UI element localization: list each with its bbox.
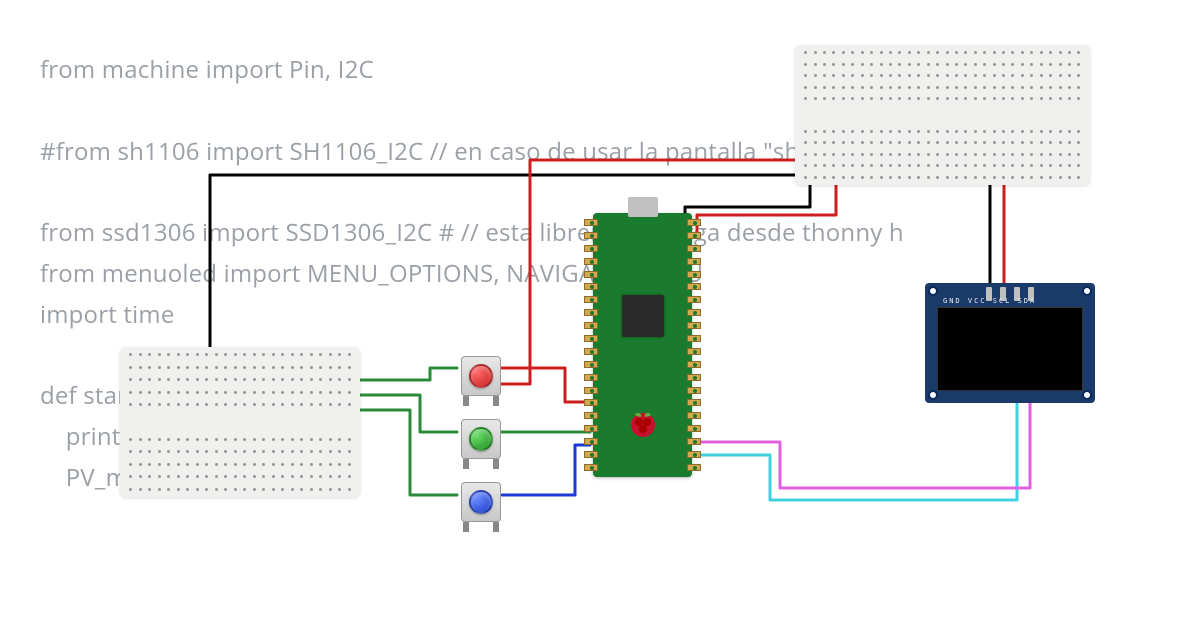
mount-hole-icon [928, 390, 938, 400]
button-leg [463, 459, 469, 469]
raspberry-pi-pico[interactable] [585, 205, 700, 485]
oled-pin-labels: GND VCC SCL SDA [943, 297, 1036, 305]
raspberry-pi-logo-icon [628, 410, 658, 440]
mount-hole-icon [1082, 286, 1092, 296]
pico-pins-left [584, 219, 598, 471]
push-button-green[interactable] [457, 415, 505, 463]
code-line: from ssd1306 import SSD1306_I2C # // est… [40, 216, 904, 249]
button-leg [463, 522, 469, 532]
code-line: PV_menu.draw() [40, 461, 250, 494]
oled-ssd1306[interactable]: GND VCC SCL SDA [925, 283, 1095, 403]
code-line: from machine import Pin, I2C [40, 53, 374, 86]
mount-hole-icon [928, 286, 938, 296]
button-cap-blue [469, 490, 493, 514]
usb-micro-icon [628, 197, 658, 217]
button-cap-green [469, 427, 493, 451]
button-cap-red [469, 364, 493, 388]
code-line: #from sh1106 import SH1106_I2C // en cas… [40, 135, 921, 168]
push-button-red[interactable] [457, 352, 505, 400]
button-leg [493, 396, 499, 406]
oled-screen [937, 307, 1083, 391]
button-leg [493, 459, 499, 469]
code-line: print("PV inicio") [40, 420, 250, 453]
pico-pins-right [687, 219, 701, 471]
mount-hole-icon [1082, 390, 1092, 400]
code-line: import time [40, 298, 175, 331]
code-line: def start_PV(): [40, 379, 197, 412]
rp2040-chip [622, 295, 664, 337]
button-leg [493, 522, 499, 532]
button-leg [463, 396, 469, 406]
push-button-blue[interactable] [457, 478, 505, 526]
